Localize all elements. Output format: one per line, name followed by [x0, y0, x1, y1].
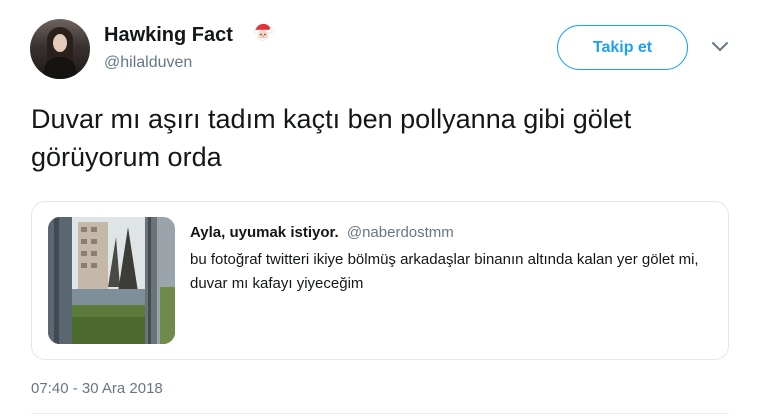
follow-button[interactable]: Takip et	[557, 25, 688, 70]
avatar-face	[53, 34, 67, 52]
avatar-body	[44, 57, 76, 79]
avatar[interactable]	[30, 19, 90, 79]
quoted-photo-graphic	[48, 217, 175, 344]
quoted-tweet-image[interactable]	[48, 217, 175, 344]
quoted-tweet-card[interactable]: Ayla, uyumak istiyor. @naberdostmm bu fo…	[31, 201, 729, 360]
tweet-card: Hawking Fact @hilalduven Takip et Duvar …	[0, 0, 758, 417]
divider	[31, 413, 729, 414]
santa-face-icon	[253, 23, 275, 41]
author-display-name[interactable]: Hawking Fact	[104, 23, 233, 47]
quoted-author-handle[interactable]: @naberdostmm	[347, 224, 454, 241]
tweet-text: Duvar mı aşırı tadım kaçtı ben pollyanna…	[31, 104, 632, 172]
quoted-author-name[interactable]: Ayla, uyumak istiyor.	[190, 224, 339, 241]
author-handle[interactable]: @hilalduven	[104, 53, 192, 73]
chevron-down-icon[interactable]	[711, 41, 729, 53]
tweet-timestamp[interactable]: 07:40 - 30 Ara 2018	[31, 379, 163, 399]
quoted-tweet-header: Ayla, uyumak istiyor. @naberdostmm	[190, 223, 454, 243]
quoted-tweet-text: bu fotoğraf twitteri ikiye bölmüş arkada…	[190, 251, 699, 292]
